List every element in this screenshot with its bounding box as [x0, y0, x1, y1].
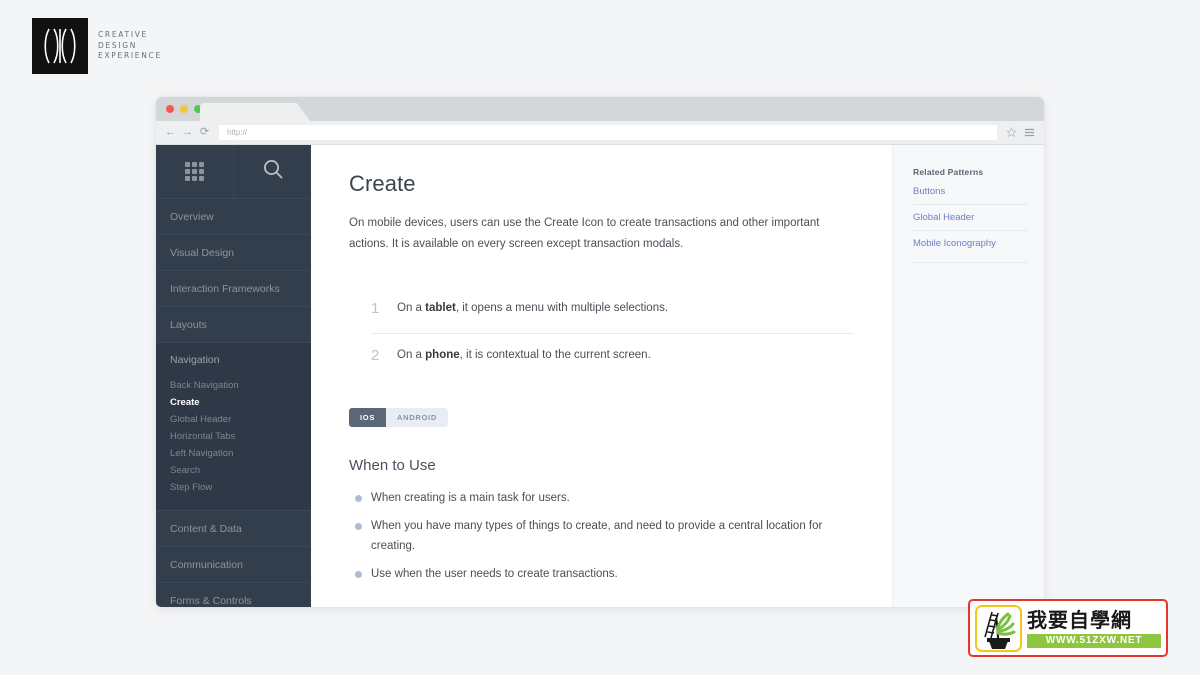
when-to-use-heading: When to Use — [349, 457, 436, 474]
related-patterns-panel: Related Patterns Buttons Global Header Mob… — [892, 145, 1044, 607]
arrow-right-icon[interactable]: → — [179, 124, 196, 141]
left-navigation: Overview Visual Design Interaction Framewo… — [156, 145, 311, 607]
sidebar-item-global-header[interactable]: Global Header — [156, 411, 311, 428]
main-content: Create On mobile devices, users can use … — [311, 145, 892, 607]
watermark-chinese: 我要自學網 — [1027, 607, 1132, 632]
list-text: On a phone, it is contextual to the curr… — [397, 349, 651, 361]
sidebar-section-layouts[interactable]: Layouts — [156, 307, 311, 343]
list-item: When creating is a main task for users. — [349, 488, 849, 508]
sidebar-section-content-data[interactable]: Content & Data — [156, 511, 311, 547]
list-text: On a tablet, it opens a menu with multip… — [397, 302, 669, 314]
sidebar-item-left-navigation[interactable]: Left Navigation — [156, 445, 311, 462]
watermark-logo: 我要自學網 WWW.51ZXW.NET — [968, 599, 1168, 657]
brand-line-1: CREATIVE — [98, 30, 148, 40]
sidebar-item-horizontal-tabs[interactable]: Horizontal Tabs — [156, 428, 311, 445]
brand-line-3: EXPERIENCE — [98, 51, 162, 61]
sidebar-section-communication[interactable]: Communication — [156, 547, 311, 583]
sidebar-item-step-flow[interactable]: Step Flow — [156, 479, 311, 496]
sidebar-section-overview[interactable]: Overview — [156, 199, 311, 235]
close-window-button[interactable] — [166, 105, 174, 113]
sidebar-section-visual-design[interactable]: Visual Design — [156, 235, 311, 271]
platform-tabs[interactable]: IOS ANDROID — [349, 408, 854, 427]
plant-ladder-icon — [975, 604, 1022, 652]
brand-logo: CREATIVE DESIGN EXPERIENCE — [32, 18, 162, 74]
sidebar-item-create[interactable]: Create — [156, 394, 311, 411]
related-patterns-divider — [913, 262, 1028, 263]
cdx-monogram-icon — [32, 18, 88, 74]
page-intro: On mobile devices, users can use the Cre… — [349, 217, 820, 250]
app-shell: Overview Visual Design Interaction Framewo… — [156, 145, 1044, 607]
page-title: Create — [349, 171, 416, 196]
browser-titlebar — [156, 97, 1044, 121]
browser-window: ← → ⟳ http:// Overview Visual Design Int… — [156, 97, 1044, 607]
browser-tab[interactable] — [200, 103, 310, 121]
numbered-list: 1 On a tablet, it opens a menu with multi… — [371, 287, 854, 380]
numbered-list-item: 1 On a tablet, it opens a menu with multi… — [371, 287, 854, 333]
watermark-url: WWW.51ZXW.NET — [1027, 633, 1161, 648]
address-value: http:// — [227, 128, 248, 137]
minimize-window-button[interactable] — [180, 105, 188, 113]
sidebar-section-forms-controls[interactable]: Forms & Controls — [156, 583, 311, 607]
list-item: When you have many types of things to cr… — [349, 516, 849, 556]
related-link-global-header[interactable]: Global Header — [913, 204, 1028, 230]
apps-grid-button[interactable] — [156, 145, 233, 198]
left-nav-toolbar — [156, 145, 311, 199]
star-icon[interactable] — [1002, 125, 1020, 141]
related-link-buttons[interactable]: Buttons — [913, 186, 1028, 204]
watermark-text: 我要自學網 WWW.51ZXW.NET — [1027, 607, 1161, 648]
sidebar-item-back-navigation[interactable]: Back Navigation — [156, 377, 311, 394]
search-icon — [262, 158, 284, 185]
related-patterns-links: Buttons Global Header Mobile Iconography — [913, 186, 1028, 256]
list-text-emphasis: phone — [425, 349, 460, 361]
related-patterns-title: Related Patterns — [913, 167, 984, 177]
screen-root: CREATIVE DESIGN EXPERIENCE ← → ⟳ http:// — [0, 0, 1200, 675]
grid-apps-icon — [185, 162, 204, 181]
browser-toolbar: ← → ⟳ http:// — [156, 121, 1044, 145]
arrow-left-icon[interactable]: ← — [162, 124, 179, 141]
list-number: 1 — [371, 300, 380, 317]
left-nav-sections: Overview Visual Design Interaction Framewo… — [156, 199, 311, 607]
reload-icon[interactable]: ⟳ — [196, 124, 213, 141]
related-link-mobile-iconography[interactable]: Mobile Iconography — [913, 230, 1028, 256]
numbered-list-item: 2 On a phone, it is contextual to the cur… — [371, 333, 854, 380]
list-item: Use when the user needs to create transa… — [349, 564, 849, 584]
when-to-use-list: When creating is a main task for users. W… — [349, 488, 849, 584]
window-controls[interactable] — [166, 105, 202, 113]
list-text-emphasis: tablet — [425, 302, 456, 314]
address-bar[interactable]: http:// — [219, 125, 997, 140]
platform-tab-ios[interactable]: IOS — [349, 408, 387, 427]
sidebar-section-interaction-frameworks[interactable]: Interaction Frameworks — [156, 271, 311, 307]
sidebar-item-search[interactable]: Search — [156, 462, 311, 479]
platform-tab-android[interactable]: ANDROID — [386, 408, 448, 427]
brand-line-2: DESIGN — [98, 40, 138, 50]
hamburger-menu-icon[interactable] — [1020, 125, 1038, 141]
brand-tagline: CREATIVE DESIGN EXPERIENCE — [98, 30, 162, 62]
sidebar-section-navigation[interactable]: Navigation — [156, 343, 311, 377]
list-number: 2 — [371, 347, 380, 364]
search-button[interactable] — [233, 145, 311, 198]
sidebar-subitems: Back Navigation Create Global Header Horizo… — [156, 377, 311, 511]
